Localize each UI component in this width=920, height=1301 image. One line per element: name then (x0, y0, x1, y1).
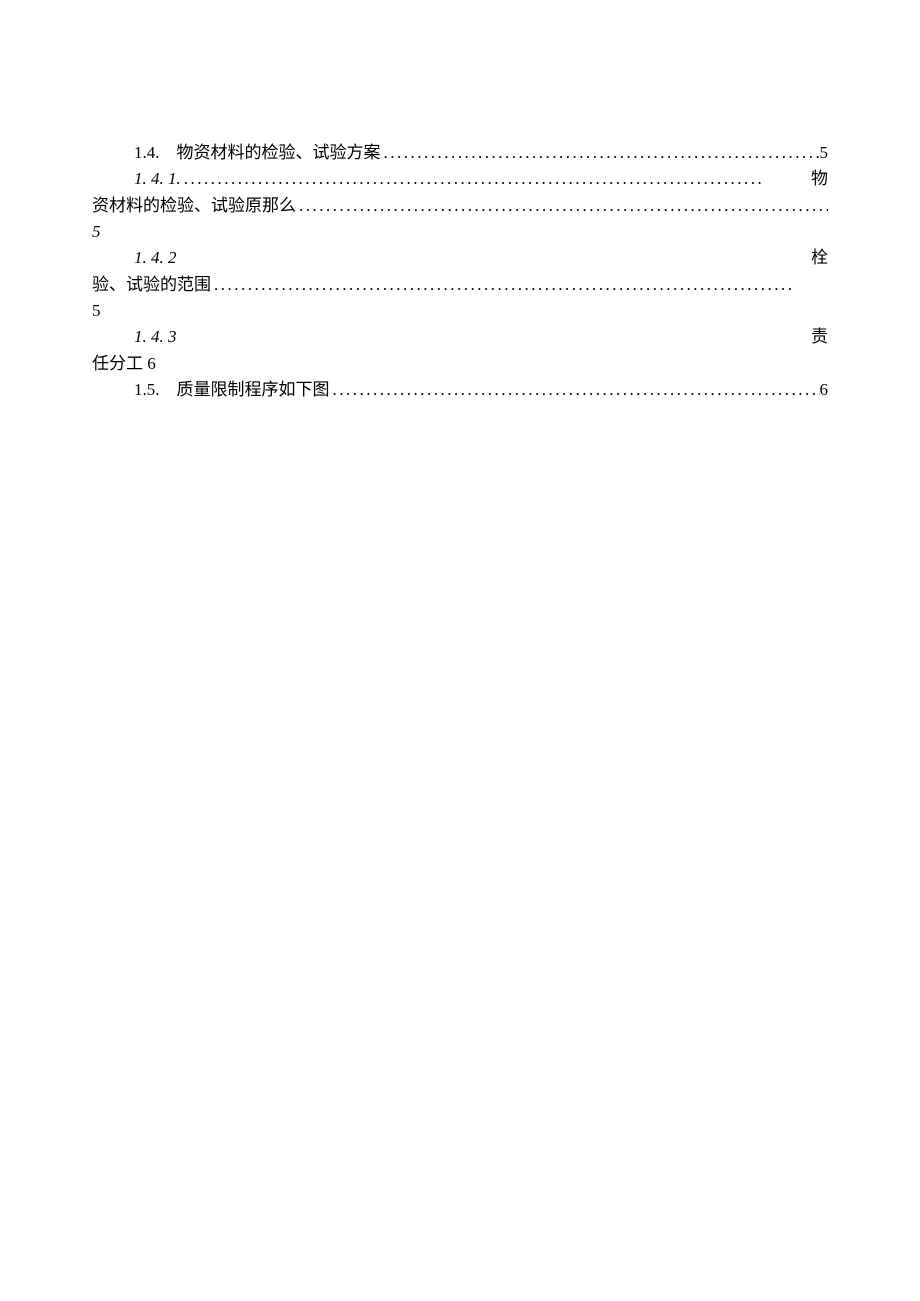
toc-number: 1. 4. 3 (92, 324, 177, 350)
toc-page: 6 (820, 377, 829, 403)
toc-entry-1-4-1-row2: 资材料的检验、试验原那么 ...........................… (92, 193, 828, 219)
toc-number: 1.4. 物资材料的检验、试验方案 (134, 140, 381, 166)
toc-number: 1. 4. 2 (92, 245, 177, 271)
toc-number: 1.5. 质量限制程序如下图 (134, 377, 330, 403)
toc-leader-dots: ........................................… (211, 272, 828, 298)
toc-entry-1-4-2-row2: 验、试验的范围 ................................… (92, 272, 828, 298)
toc-entry-1-4-2-row1: 1. 4. 2 栓 (92, 245, 828, 271)
toc-leader-dots: ........................................… (296, 193, 828, 219)
toc-entry-1-4-3-row1: 1. 4. 3 责 (92, 324, 828, 350)
toc-suffix-text: 物 (811, 166, 828, 192)
toc-leader-dots: ........................................… (381, 140, 820, 166)
toc-entry-1-4: 1.4. 物资材料的检验、试验方案 ......................… (92, 140, 828, 166)
toc-leader-dots: ........................................… (330, 377, 820, 403)
toc-entry-1-4-1-row1: 1. 4. 1. ...............................… (92, 166, 828, 192)
toc-leader-dots: ........................................… (181, 166, 811, 192)
toc-suffix-text: 责 (811, 324, 828, 350)
toc-entry-1-4-1-page: 5 (92, 219, 828, 245)
toc-page: 5 (820, 140, 829, 166)
toc-entry-1-5: 1.5. 质量限制程序如下图 .........................… (92, 377, 828, 403)
toc-entry-1-4-3-row2: 任分工 6 (92, 351, 828, 377)
toc-content: 1.4. 物资材料的检验、试验方案 ......................… (92, 140, 828, 403)
toc-entry-1-4-2-page: 5 (92, 298, 828, 324)
toc-continuation-text: 验、试验的范围 (92, 272, 211, 298)
toc-suffix-text: 栓 (811, 245, 828, 271)
toc-number: 1. 4. 1. (92, 166, 181, 192)
toc-continuation-text: 资材料的检验、试验原那么 (92, 193, 296, 219)
